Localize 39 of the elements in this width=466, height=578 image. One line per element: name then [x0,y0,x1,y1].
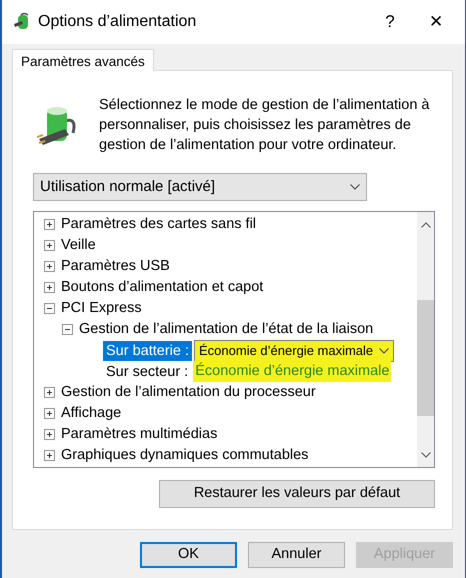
tree-item[interactable]: Graphiques dynamiques commutables [61,444,308,466]
expand-icon[interactable] [44,261,55,272]
chevron-down-icon [379,348,390,354]
tree-item[interactable]: Affichage [61,402,122,424]
collapse-icon[interactable] [62,324,73,335]
tree-item[interactable]: Gestion de l’alimentation de l’état de la liaison [79,318,374,340]
tree-item[interactable]: Paramètres USB [61,256,170,278]
scroll-thumb[interactable] [417,300,434,416]
tree-item[interactable]: PCI Express [61,298,142,320]
setting-label[interactable]: Sur batterie : [103,340,192,360]
scrollbar[interactable] [417,212,434,467]
scroll-up-icon[interactable] [420,222,430,228]
expand-icon[interactable] [44,408,55,419]
setting-label[interactable]: Sur secteur : [103,362,192,382]
plan-dropdown[interactable]: Utilisation normale [activé] [33,173,367,201]
expand-icon[interactable] [44,450,55,461]
expand-icon[interactable] [44,219,55,230]
restore-defaults-button[interactable]: Restaurer les valeurs par défaut [159,480,435,508]
close-button[interactable]: ✕ [413,4,459,40]
tree-item[interactable]: Paramètres multimédias [61,424,218,446]
collapse-icon[interactable] [44,303,55,314]
dialog-button[interactable]: Annuler [248,542,345,568]
scroll-down-icon[interactable] [420,452,430,458]
tree-item[interactable]: Gestion de l’alimentation du processeur [61,382,316,404]
window-title: Options d’alimentation [38,12,198,32]
tree-item[interactable]: Paramètres des cartes sans fil [61,214,256,236]
description-text: Sélectionnez le mode de gestion de l’alimentation à personnaliser, puis choisissez les paramètres de gestion de l’alimentation pour votre ordinateur. [99,96,430,155]
chevron-down-icon [350,184,360,190]
expand-icon[interactable] [44,282,55,293]
dialog-button[interactable]: OK [140,542,237,568]
expand-icon[interactable] [44,240,55,251]
tree-item[interactable]: Boutons d’alimentation et capot [61,276,264,298]
expand-icon[interactable] [44,387,55,398]
tab[interactable]: Paramètres avancés [12,49,154,71]
expand-icon[interactable] [44,429,55,440]
tree-item[interactable]: Veille [61,234,96,256]
setting-dropdown[interactable]: Économie d’énergie maximale [194,340,394,362]
setting-value[interactable]: Économie d’énergie maximale [193,360,392,382]
help-button[interactable]: ? [367,4,413,40]
